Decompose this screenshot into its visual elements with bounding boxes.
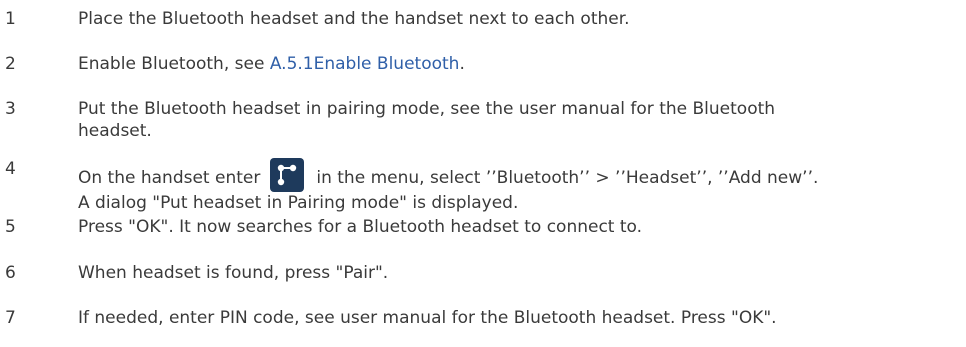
- step-text-line2: A dialog "Put headset in Pairing mode" i…: [78, 193, 519, 213]
- step-text-before-icon: On the handset enter: [78, 168, 261, 188]
- step-text-after: .: [459, 54, 465, 74]
- step-number: 2: [5, 54, 16, 74]
- step-number: 4: [5, 159, 16, 179]
- connections-menu-icon: [270, 158, 305, 192]
- enable-bluetooth-link[interactable]: A.5.1Enable Bluetooth: [270, 54, 460, 74]
- step-text-after-icon: in the menu, select ’’Bluetooth’’ > ’’He…: [316, 168, 819, 188]
- step-text: When headset is found, press "Pair".: [78, 263, 389, 283]
- step-number: 7: [5, 308, 16, 328]
- step-text: Press "OK". It now searches for a Blueto…: [78, 217, 643, 237]
- step-text: Enable Bluetooth, see A.5.1Enable Blueto…: [78, 53, 938, 75]
- step-number: 3: [5, 99, 16, 119]
- step-text: If needed, enter PIN code, see user manu…: [78, 308, 777, 328]
- step-number: 5: [5, 217, 16, 237]
- step-text: Put the Bluetooth headset in pairing mod…: [78, 98, 938, 142]
- step-text-before: Enable Bluetooth, see: [78, 54, 270, 74]
- step-text-line1: Put the Bluetooth headset in pairing mod…: [78, 99, 776, 119]
- step-number: 6: [5, 263, 16, 283]
- step-text: On the handset enter in the menu, select…: [78, 158, 938, 214]
- step-text-line2: headset.: [78, 121, 152, 141]
- instruction-steps: 1 Place the Bluetooth headset and the ha…: [0, 0, 966, 347]
- step-text: Place the Bluetooth headset and the hand…: [78, 9, 630, 29]
- step-number: 1: [5, 9, 16, 29]
